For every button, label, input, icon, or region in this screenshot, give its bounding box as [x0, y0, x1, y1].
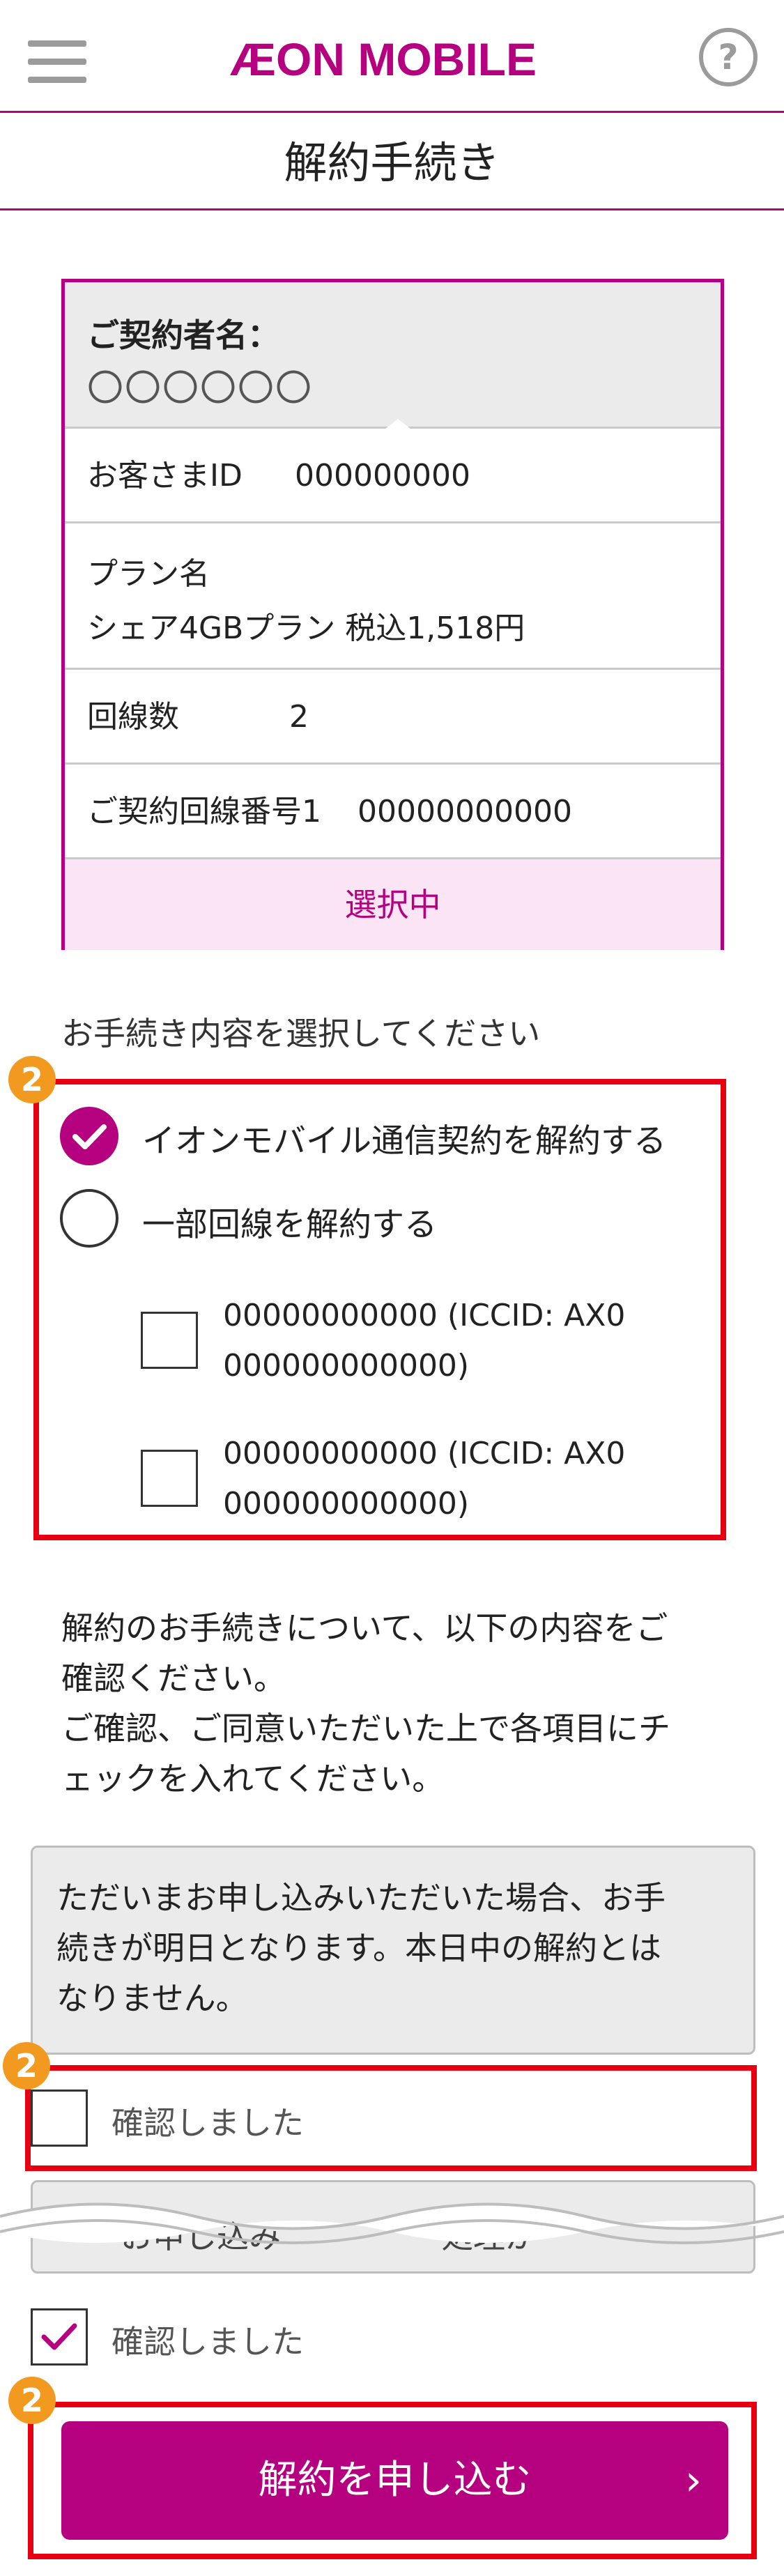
line-count-row: 回線数 2 [65, 670, 721, 765]
notice-line-1: 解約のお手続きについて、以下の内容をご [61, 1609, 668, 1647]
radio-full-cancel[interactable] [60, 1107, 118, 1165]
plan-value: シェア4GBプラン 税込1,518円 [87, 611, 525, 646]
line-2-iccid: 000000000000) [223, 1486, 470, 1521]
contract-card: ご契約者名： 〇〇〇〇〇〇 お客さまID 000000000 プラン名 シェア4… [61, 279, 724, 950]
confirm-checkbox-1[interactable] [31, 2090, 88, 2147]
page-title: 解約手続き [0, 115, 784, 210]
confirm-checkbox-2[interactable] [31, 2308, 88, 2366]
terms-line-3: なりません。 [56, 1979, 248, 2017]
plan-label: プラン名 [87, 556, 210, 592]
line-checkbox-1[interactable] [141, 1312, 198, 1369]
step-badge-3: 2 [8, 2377, 56, 2424]
customer-id-row: お客さまID 000000000 [65, 429, 721, 523]
notice-line-2: 確認ください。 [61, 1659, 286, 1697]
line-2-number: 00000000000 (ICCID: AX0 [223, 1436, 626, 1471]
svg-text:ÆON MOBILE: ÆON MOBILE [230, 33, 537, 82]
step-badge: 2 [8, 1056, 56, 1103]
plan-row: プラン名 シェア4GBプラン 税込1,518円 [65, 523, 721, 670]
cancel-notice: 解約のお手続きについて、以下の内容をご 確認ください。 ご確認、ご同意いただいた… [61, 1603, 730, 1804]
submit-cancel-button[interactable]: 解約を申し込む › [61, 2421, 728, 2540]
option-full-cancel-label[interactable]: イオンモバイル通信契約を解約する [142, 1114, 666, 1162]
aeon-mobile-logo: ÆON MOBILE [230, 33, 537, 82]
line-checkbox-2[interactable] [141, 1450, 198, 1507]
selected-status[interactable]: 選択中 [65, 859, 721, 950]
notice-line-4: ェックを入れてください。 [61, 1760, 445, 1797]
terms-line-1: ただいまお申し込みいただいた場合、お手 [56, 1879, 666, 1917]
submit-label: 解約を申し込む [258, 2458, 532, 2503]
customer-id-value: 000000000 [295, 458, 470, 493]
radio-partial-cancel[interactable] [60, 1189, 118, 1248]
procedure-prompt: お手続き内容を選択してください [61, 1015, 541, 1052]
chevron-right-icon: › [685, 2456, 702, 2505]
line-1-iccid: 000000000000) [223, 1348, 470, 1383]
option-partial-cancel-label[interactable]: 一部回線を解約する [142, 1197, 437, 1245]
terms-line-2: 続きが明日となります。本日中の解約とは [56, 1929, 662, 1967]
check-icon [41, 2323, 77, 2350]
contract-name-block: ご契約者名： 〇〇〇〇〇〇 [65, 282, 721, 429]
line-2-text: 00000000000 (ICCID: AX0 000000000000) [223, 1429, 625, 1529]
line-1-text: 00000000000 (ICCID: AX0 000000000000) [223, 1291, 625, 1391]
customer-id-label: お客さまID [87, 458, 243, 493]
line-number-row: ご契約回線番号1 00000000000 [65, 765, 721, 859]
line-1-number: 00000000000 (ICCID: AX0 [223, 1298, 626, 1333]
menu-icon[interactable] [28, 40, 86, 84]
step-badge-2: 2 [3, 2042, 50, 2090]
line-number-value: 00000000000 [358, 794, 572, 829]
line-number-label: ご契約回線番号1 [87, 794, 321, 829]
confirm-label-1[interactable]: 確認しました [112, 2098, 304, 2144]
contract-name-label: ご契約者名： [87, 316, 279, 354]
confirm-label-2[interactable]: 確認しました [112, 2317, 304, 2363]
terms-box-1-text: ただいまお申し込みいただいた場合、お手 続きが明日となります。本日中の解約とは … [56, 1873, 739, 2023]
help-icon[interactable]: ? [699, 28, 758, 86]
terms-box-1: ただいまお申し込みいただいた場合、お手 続きが明日となります。本日中の解約とは … [31, 1846, 755, 2055]
line-count-value: 2 [289, 699, 309, 735]
check-icon [72, 1124, 107, 1149]
contract-name-value: 〇〇〇〇〇〇 [87, 368, 314, 410]
notice-line-3: ご確認、ご同意いただいた上で各項目にチ [61, 1710, 670, 1747]
app-header: ÆON MOBILE ? [0, 0, 784, 113]
omission-wave [0, 2202, 784, 2244]
line-count-label: 回線数 [87, 699, 179, 735]
